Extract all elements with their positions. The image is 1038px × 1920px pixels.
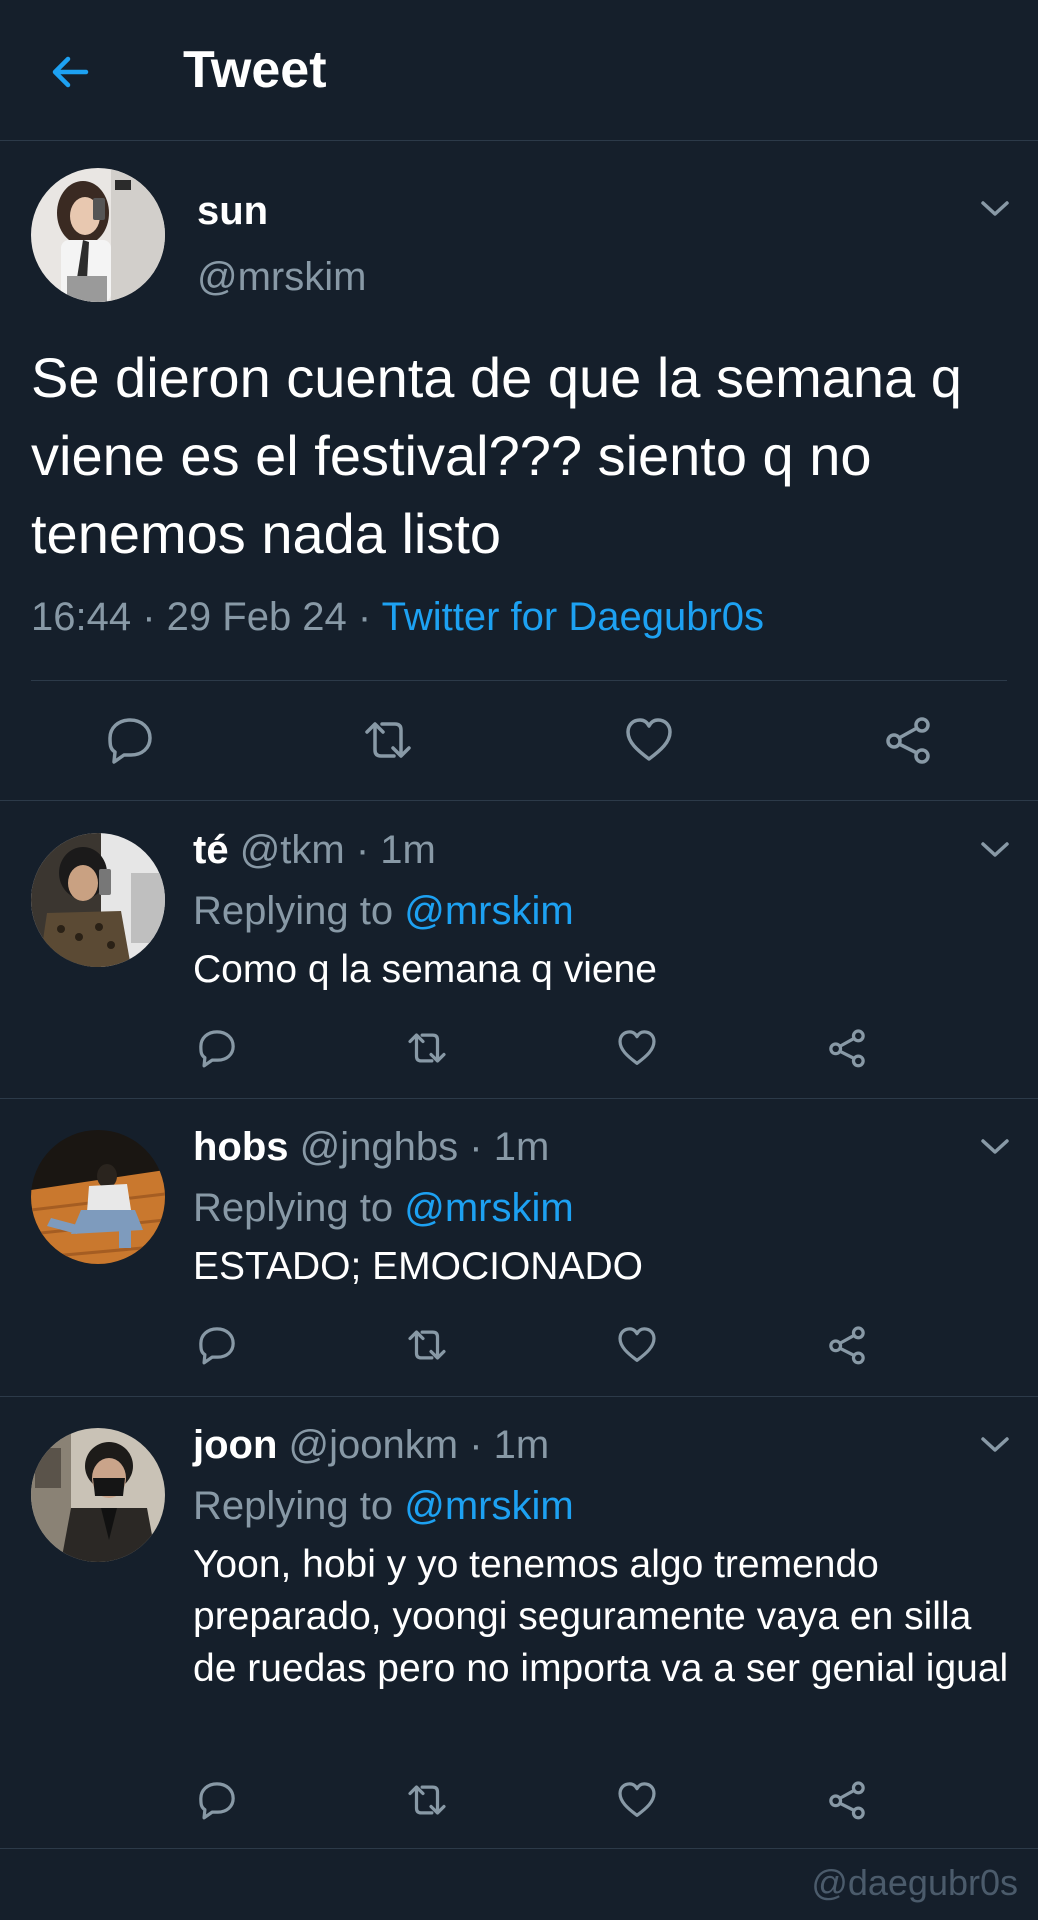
avatar[interactable] (31, 1428, 165, 1562)
reply-tweet[interactable]: joon @joonkm · 1m Replying to @mrskim Yo… (0, 1397, 1038, 1849)
retweet-icon[interactable] (362, 714, 414, 766)
avatar[interactable] (31, 1130, 165, 1264)
chevron-down-icon[interactable] (978, 1136, 1012, 1158)
reply-header: hobs @jnghbs · 1m (193, 1125, 550, 1169)
tweet-meta: 16:44 · 29 Feb 24 · Twitter for Daegubr0… (31, 595, 764, 640)
reply-tweet[interactable]: hobs @jnghbs · 1m Replying to @mrskim ES… (0, 1099, 1038, 1397)
page-title: Tweet (183, 41, 327, 99)
replying-label: Replying to (193, 889, 394, 933)
chevron-down-icon[interactable] (978, 839, 1012, 861)
reply-time: 1m (493, 1423, 550, 1467)
reply-text: ESTADO; EMOCIONADO (193, 1245, 643, 1288)
replying-handle-link[interactable]: @mrskim (404, 1186, 573, 1230)
reply-text: Como q la semana q viene (193, 948, 657, 991)
retweet-icon[interactable] (406, 1027, 448, 1069)
tweet-date: 29 Feb 24 (166, 595, 347, 639)
reply-author-name[interactable]: joon (193, 1423, 277, 1467)
replying-handle-link[interactable]: @mrskim (404, 1484, 573, 1528)
avatar[interactable] (31, 168, 165, 302)
share-icon[interactable] (882, 714, 934, 766)
replying-to: Replying to @mrskim (193, 1484, 574, 1529)
meta-separator: · (346, 595, 382, 639)
reply-icon[interactable] (196, 1779, 238, 1821)
retweet-icon[interactable] (406, 1324, 448, 1366)
reply-icon[interactable] (196, 1027, 238, 1069)
heart-icon[interactable] (616, 1027, 658, 1069)
heart-icon[interactable] (616, 1779, 658, 1821)
retweet-icon[interactable] (406, 1779, 448, 1821)
reply-tweet[interactable]: té @tkm · 1m Replying to @mrskim Como q … (0, 801, 1038, 1099)
share-icon[interactable] (826, 1324, 868, 1366)
tweet-text: Se dieron cuenta de que la semana q vien… (31, 346, 962, 565)
replying-label: Replying to (193, 1186, 394, 1230)
share-icon[interactable] (826, 1027, 868, 1069)
reply-icon[interactable] (196, 1324, 238, 1366)
watermark: @daegubr0s (811, 1862, 1018, 1903)
main-tweet: sun @mrskim Se dieron cuenta de que la s… (0, 141, 1038, 801)
author-handle[interactable]: @mrskim (197, 255, 366, 300)
reply-author-handle[interactable]: @joonkm (289, 1423, 459, 1467)
avatar[interactable] (31, 833, 165, 967)
replying-handle-link[interactable]: @mrskim (404, 889, 573, 933)
replying-to: Replying to @mrskim (193, 1186, 574, 1231)
reply-time: 1m (380, 828, 436, 872)
reply-text: Yoon, hobi y yo tenemos algo tremendo pr… (193, 1543, 1009, 1690)
heart-icon[interactable] (616, 1324, 658, 1366)
share-icon[interactable] (826, 1779, 868, 1821)
divider (31, 680, 1007, 681)
arrow-left-icon[interactable] (46, 48, 94, 96)
reply-author-name[interactable]: té (193, 828, 229, 872)
tweet-time: 16:44 (31, 595, 132, 639)
reply-time: 1m (493, 1125, 550, 1169)
reply-icon[interactable] (104, 714, 156, 766)
chevron-down-icon[interactable] (978, 1434, 1012, 1456)
reply-header: joon @joonkm · 1m (193, 1423, 550, 1467)
top-bar: Tweet (0, 0, 1038, 141)
chevron-down-icon[interactable] (978, 198, 1012, 220)
heart-icon[interactable] (623, 714, 675, 766)
reply-author-name[interactable]: hobs (193, 1125, 289, 1169)
replying-to: Replying to @mrskim (193, 889, 574, 934)
replying-label: Replying to (193, 1484, 394, 1528)
tweet-source-link[interactable]: Twitter for Daegubr0s (382, 595, 764, 639)
meta-separator: · (131, 595, 167, 639)
reply-author-handle[interactable]: @jnghbs (300, 1125, 458, 1169)
author-name[interactable]: sun (197, 189, 268, 234)
reply-author-handle[interactable]: @tkm (240, 828, 345, 872)
reply-header: té @tkm · 1m (193, 828, 436, 872)
